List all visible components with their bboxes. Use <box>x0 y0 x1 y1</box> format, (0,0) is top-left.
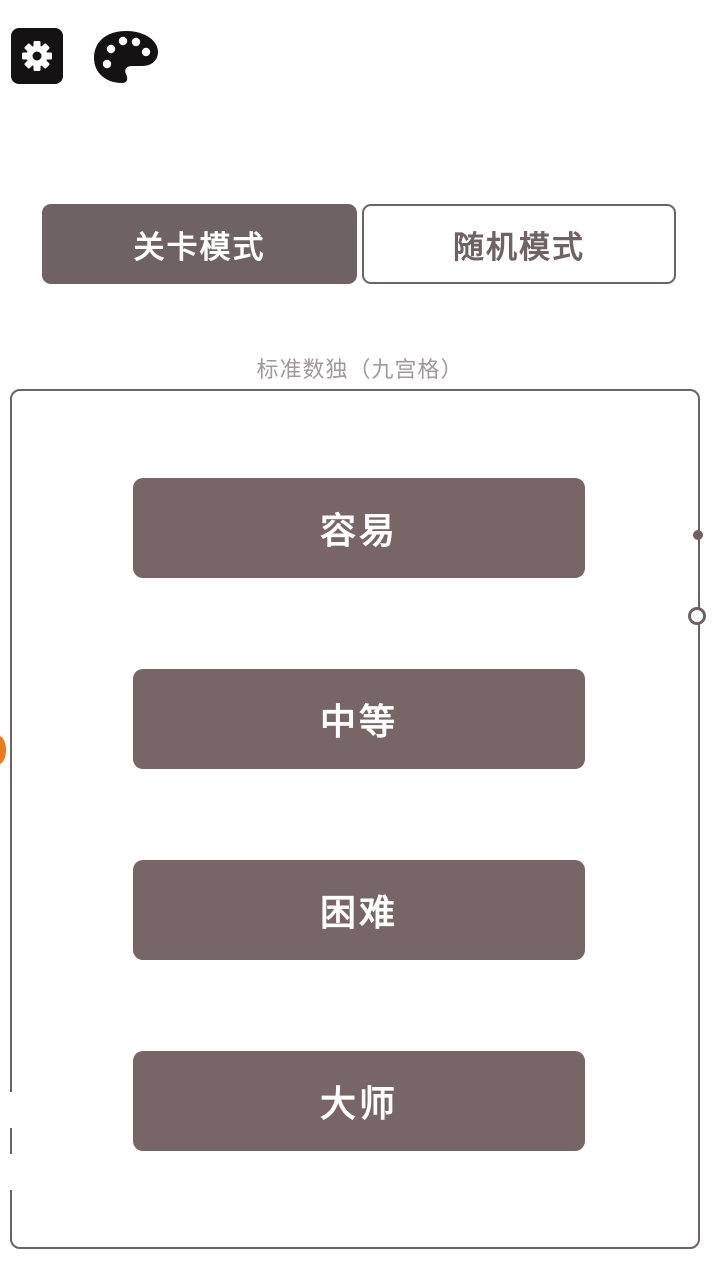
hard-button[interactable]: 困难 <box>133 860 585 960</box>
tab-random-mode[interactable]: 随机模式 <box>362 204 676 284</box>
gear-icon <box>11 28 63 84</box>
medium-button[interactable]: 中等 <box>133 669 585 769</box>
settings-button[interactable] <box>11 28 63 84</box>
panel-edge-gap <box>6 1092 16 1128</box>
easy-button[interactable]: 容易 <box>133 478 585 578</box>
panel-edge-gap <box>6 1154 16 1190</box>
scroll-indicator-dot <box>693 530 703 540</box>
scroll-handle[interactable] <box>688 607 706 625</box>
palette-button[interactable] <box>92 28 160 86</box>
side-marker <box>0 736 6 764</box>
palette-icon <box>94 31 158 83</box>
section-caption: 标准数独（九宫格） <box>256 358 464 383</box>
tab-level-mode[interactable]: 关卡模式 <box>42 204 357 284</box>
mode-tabs: 关卡模式 随机模式 <box>42 204 676 284</box>
master-button[interactable]: 大师 <box>133 1051 585 1151</box>
